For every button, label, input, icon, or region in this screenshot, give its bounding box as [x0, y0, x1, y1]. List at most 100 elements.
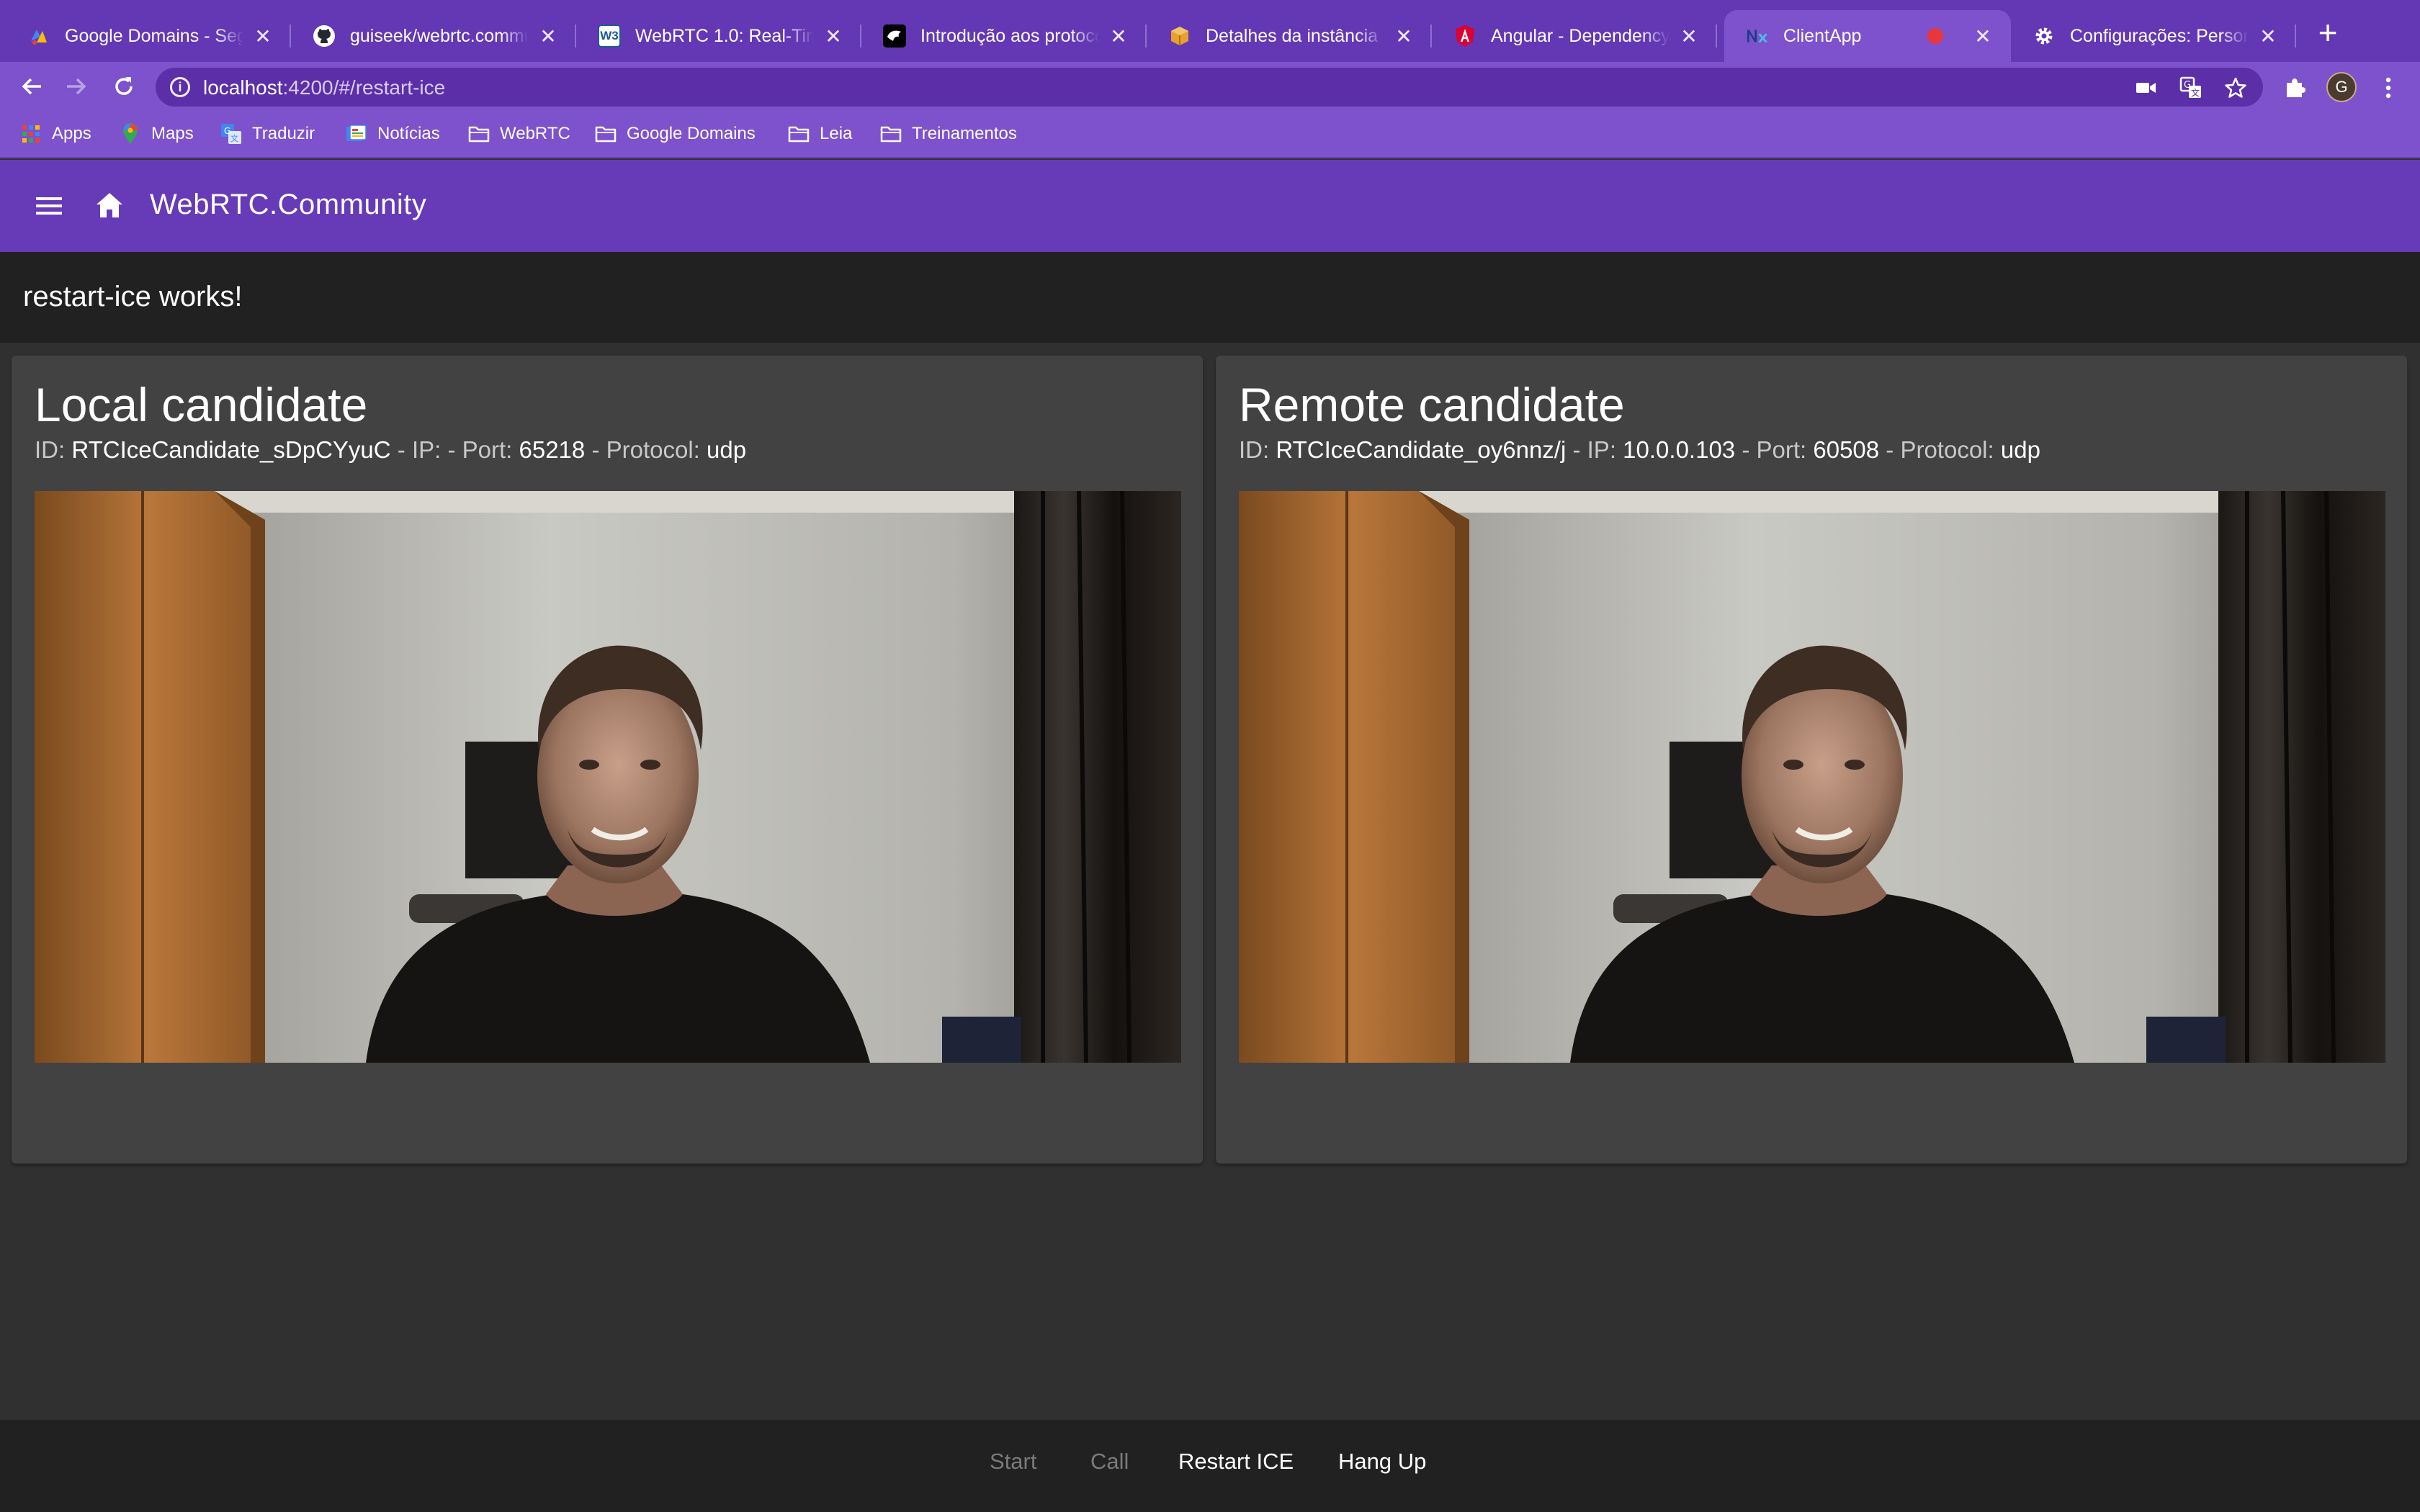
browser-tab[interactable]: Configurações: Persona ✕ — [2011, 10, 2296, 62]
tab-close-icon[interactable]: ✕ — [2256, 24, 2280, 48]
tab-close-icon[interactable]: ✕ — [821, 24, 846, 48]
forward-button[interactable] — [60, 71, 92, 102]
translate-page-icon[interactable]: G文 — [2179, 76, 2202, 99]
bookmark-folder-webrtc[interactable]: WebRTC — [468, 121, 570, 147]
wardrobe — [1239, 491, 1469, 1063]
restart-ice-button[interactable]: Restart ICE — [1178, 1449, 1294, 1475]
browser-tab[interactable]: Google Domains - Segu ✕ — [6, 10, 291, 62]
bookmark-label: Leia — [820, 124, 853, 143]
apps-grid-icon — [20, 123, 42, 145]
folder-icon — [468, 123, 490, 145]
page-message: restart-ice works! — [23, 281, 243, 312]
bookmark-folder-treinamentos[interactable]: Treinamentos — [880, 121, 1017, 147]
browser-menu-button[interactable] — [2374, 73, 2403, 102]
tab-title: Configurações: Persona — [2070, 25, 2249, 46]
chair-back — [2146, 1017, 2226, 1063]
github-icon — [313, 24, 336, 48]
menu-icon[interactable] — [33, 190, 66, 222]
svg-text:文: 文 — [230, 133, 238, 143]
bookmark-label: Google Domains — [627, 124, 756, 143]
forward-arrow-icon — [67, 78, 86, 95]
bookmark-apps[interactable]: Apps — [20, 121, 91, 147]
tab-title: Angular - Dependency — [1491, 25, 1670, 46]
app-toolbar: WebRTC.Community — [0, 160, 2420, 252]
hang-up-button[interactable]: Hang Up — [1338, 1449, 1426, 1475]
tab-close-icon[interactable]: ✕ — [1106, 24, 1131, 48]
right-eye — [640, 760, 660, 770]
news-icon — [346, 123, 367, 145]
tab-separator — [2295, 24, 2296, 48]
bookmark-translate[interactable]: G文 Traduzir — [220, 121, 315, 147]
candidate-details: ID: RTCIceCandidate_oy6nnz/j - IP: 10.0.… — [1239, 436, 2040, 464]
tab-close-icon[interactable]: ✕ — [536, 24, 560, 48]
candidate-protocol: udp — [2000, 436, 2040, 463]
candidate-protocol: udp — [707, 436, 747, 463]
w3c-icon: W3 — [598, 24, 621, 48]
tab-close-icon[interactable]: ✕ — [1677, 24, 1701, 48]
candidate-ip: 10.0.0.103 — [1623, 436, 1736, 463]
new-tab-button[interactable]: + — [2311, 16, 2345, 50]
bookmark-folder-google-domains[interactable]: Google Domains — [595, 121, 756, 147]
tab-close-icon[interactable]: ✕ — [251, 24, 275, 48]
browser-tab[interactable]: Detalhes da instância | ✕ — [1147, 10, 1432, 62]
card-title: Remote candidate — [1239, 378, 1625, 431]
curtain — [1014, 491, 1181, 1063]
browser-tab[interactable]: Introdução aos protoco ✕ — [861, 10, 1147, 62]
tab-title: WebRTC 1.0: Real-Time — [635, 25, 814, 46]
site-info-icon[interactable]: i — [170, 77, 190, 97]
id-label: ID: — [1239, 436, 1270, 463]
back-button[interactable] — [16, 71, 48, 102]
puzzle-icon — [2287, 78, 2305, 97]
url-host: localhost — [203, 76, 283, 99]
folder-icon — [788, 123, 810, 145]
candidate-port: 60508 — [1813, 436, 1880, 463]
remote-video[interactable] — [1239, 491, 2385, 1063]
tab-close-icon[interactable]: ✕ — [1971, 24, 1995, 48]
profile-avatar[interactable]: G — [2326, 72, 2357, 102]
extensions-button[interactable] — [2280, 73, 2309, 102]
right-eye — [1845, 760, 1865, 770]
tab-separator — [1716, 24, 1717, 48]
reload-icon — [115, 77, 133, 95]
tab-title: Detalhes da instância | — [1206, 25, 1384, 46]
maps-pin-icon — [120, 123, 141, 145]
tab-close-icon[interactable]: ✕ — [1392, 24, 1416, 48]
tab-title: Introdução aos protoco — [920, 25, 1099, 46]
browser-tab-strip: Google Domains - Segu ✕ guiseek/webrtc.c… — [0, 0, 2420, 62]
local-video[interactable] — [35, 491, 1181, 1063]
candidate-port: 65218 — [519, 436, 586, 463]
browser-tab[interactable]: guiseek/webrtc.commu ✕ — [291, 10, 576, 62]
tab-title: guiseek/webrtc.commu — [350, 25, 529, 46]
bookmark-maps[interactable]: Maps — [120, 121, 194, 147]
candidate-id: RTCIceCandidate_sDpCYyuC — [71, 436, 391, 463]
reload-button[interactable] — [108, 71, 140, 102]
bookmark-star-icon[interactable] — [2224, 76, 2247, 99]
start-button[interactable]: Start — [990, 1449, 1036, 1475]
app-title[interactable]: WebRTC.Community — [150, 189, 426, 221]
mdn-icon — [883, 24, 906, 48]
bookmark-folder-leia[interactable]: Leia — [788, 121, 852, 147]
left-eye — [1783, 760, 1803, 770]
candidate-id: RTCIceCandidate_oy6nnz/j — [1276, 436, 1567, 463]
call-button[interactable]: Call — [1090, 1449, 1129, 1475]
tab-title: Google Domains - Segu — [65, 25, 243, 46]
aws-icon — [1168, 24, 1191, 48]
bookmark-news[interactable]: Notícias — [346, 121, 440, 147]
card-title: Local candidate — [35, 378, 368, 431]
local-candidate-card: Local candidate ID: RTCIceCandidate_sDpC… — [12, 356, 1203, 1164]
gear-icon — [2033, 24, 2056, 48]
port-label: - Port: — [1742, 436, 1807, 463]
kebab-menu-icon — [2385, 77, 2391, 99]
browser-tab[interactable]: Angular - Dependency ✕ — [1432, 10, 1717, 62]
browser-tab[interactable]: W3 WebRTC 1.0: Real-Time ✕ — [576, 10, 861, 62]
curtain — [2218, 491, 2385, 1063]
browser-tab-active[interactable]: ClientApp ✕ — [1724, 10, 2011, 62]
ip-label: - IP: — [1572, 436, 1616, 463]
left-eye — [579, 760, 599, 770]
camera-in-use-icon[interactable] — [2135, 76, 2158, 99]
address-bar[interactable]: i localhost:4200/#/restart-ice G文 — [156, 68, 2263, 107]
google-domains-icon — [27, 24, 50, 48]
home-icon[interactable] — [92, 189, 127, 223]
protocol-label: - Protocol: — [591, 436, 700, 463]
remote-candidate-card: Remote candidate ID: RTCIceCandidate_oy6… — [1216, 356, 2407, 1164]
